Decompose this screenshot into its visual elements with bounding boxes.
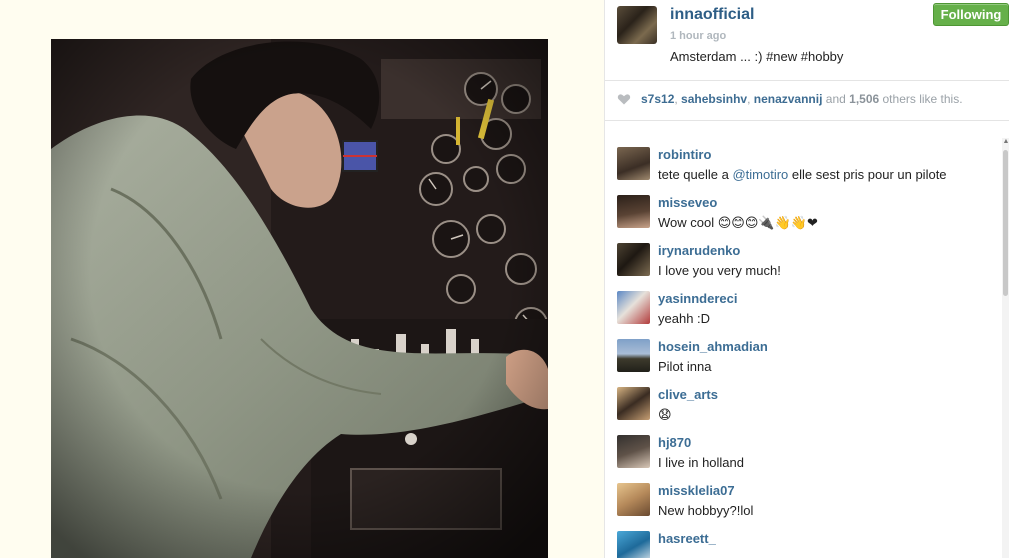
comment-item: yasinndereci yeahh :D [605,287,995,335]
scrollbar-thumb[interactable] [1003,150,1008,296]
cockpit-photo-illustration [51,39,548,558]
post-caption: Amsterdam ... :) #new #hobby [670,49,844,64]
comment-item: robintiro tete quelle a @timotiro elle s… [605,143,995,191]
comment-username[interactable]: missklelia07 [658,483,735,498]
commenter-avatar[interactable] [617,435,650,468]
comment-username[interactable]: hasreett_ [658,531,716,546]
comment-item: missklelia07 New hobbyy?!lol [605,479,995,527]
comment-text-part: elle sest pris pour un pilote [788,167,947,182]
post-timestamp[interactable]: 1 hour ago [670,30,726,42]
comment-text: tete quelle a @timotiro elle sest pris p… [658,167,947,182]
comment-username[interactable]: misseveo [658,195,717,210]
commenter-avatar[interactable] [617,243,650,276]
owner-username[interactable]: innaofficial [670,6,754,24]
likes-separator: , [747,92,754,106]
commenter-avatar[interactable] [617,291,650,324]
comments-scrollbar[interactable]: ▲ [1002,138,1009,558]
comment-text: Pilot inna [658,359,712,374]
liker-username[interactable]: sahebsinhv [681,92,747,106]
post-header: innaofficial 1 hour ago Amsterdam ... :)… [605,0,1009,81]
comment-text: yeahh :D [658,311,711,326]
liker-username[interactable]: nenazvannij [754,92,823,106]
comment-item: hosein_ahmadian Pilot inna [605,335,995,383]
likes-summary: s7s12, sahebsinhv, nenazvannij and 1,506… [641,92,963,106]
heart-icon[interactable] [617,92,631,106]
commenter-avatar[interactable] [617,483,650,516]
comment-username[interactable]: yasinndereci [658,291,738,306]
comment-item: clive_arts 😧 [605,383,995,431]
post-details-panel: innaofficial 1 hour ago Amsterdam ... :)… [604,0,1009,558]
scroll-up-arrow-icon[interactable]: ▲ [1002,138,1009,146]
comment-item: irynarudenko I love you very much! [605,239,995,287]
comment-mention[interactable]: @timotiro [732,167,788,182]
likes-and-text: and [822,92,850,106]
likes-count[interactable]: 1,506 [849,92,879,106]
comment-username[interactable]: clive_arts [658,387,718,402]
following-button[interactable]: Following [933,3,1009,26]
commenter-avatar[interactable] [617,387,650,420]
likes-tail-text: others like this. [879,92,963,106]
comments-list: robintiro tete quelle a @timotiro elle s… [605,143,1005,558]
comment-username[interactable]: robintiro [658,147,711,162]
owner-avatar[interactable] [617,6,657,44]
comment-text: New hobbyy?!lol [658,503,754,518]
comment-username[interactable]: hosein_ahmadian [658,339,768,354]
commenter-avatar[interactable] [617,339,650,372]
commenter-avatar[interactable] [617,531,650,558]
commenter-avatar[interactable] [617,195,650,228]
comment-item: hj870 I live in holland [605,431,995,479]
liker-username[interactable]: s7s12 [641,92,674,106]
comment-text: I live in holland [658,455,744,470]
commenter-avatar[interactable] [617,147,650,180]
comment-text: 😧 [658,407,672,422]
comment-text-part: tete quelle a [658,167,733,182]
comment-username[interactable]: hj870 [658,435,691,450]
comment-text: I love you very much! [658,263,781,278]
comment-username[interactable]: irynarudenko [658,243,740,258]
comment-item: misseveo Wow cool 😊😊😊🔌👋👋❤ [605,191,995,239]
photo-area [0,0,604,558]
post-photo[interactable] [51,39,548,558]
comment-text: Wow cool 😊😊😊🔌👋👋❤ [658,215,818,230]
comment-item: hasreett_ [605,527,995,558]
